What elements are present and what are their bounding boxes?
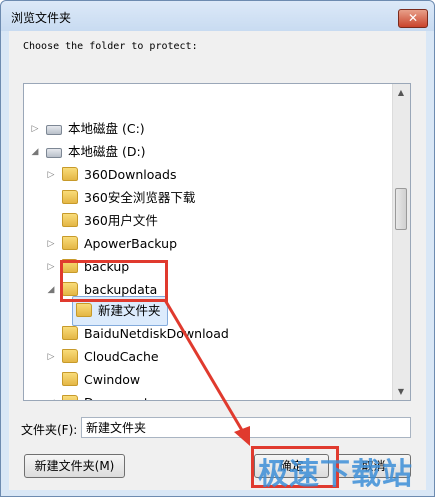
tree-item-label: ApowerBackup	[84, 236, 178, 251]
tree-item-label: BaiduNetdiskDownload	[84, 326, 229, 341]
window-title: 浏览文件夹	[11, 11, 72, 25]
collapse-arrow-icon[interactable]: ◢	[46, 392, 56, 400]
collapse-arrow-icon[interactable]: ◢	[30, 141, 40, 163]
folder-icon	[62, 190, 78, 204]
expand-arrow-icon[interactable]: ▷	[30, 118, 40, 140]
tree-item[interactable]: 360用户文件	[24, 210, 394, 232]
tree-item-label: CloudCache	[84, 349, 159, 364]
folder-icon	[62, 395, 78, 400]
close-button[interactable]: ✕	[398, 9, 428, 28]
folder-icon	[62, 349, 78, 363]
tree-item-label: 360用户文件	[84, 213, 158, 228]
browse-folder-dialog: 浏览文件夹 ✕ Choose the folder to protect: ▷ 3…	[0, 0, 435, 497]
tree-item[interactable]: ▷ 360Downloads	[24, 164, 394, 186]
folder-icon	[62, 213, 78, 227]
scroll-up-arrow-icon[interactable]: ▲	[393, 84, 409, 101]
watermark-logo: 极速下载站	[258, 457, 413, 492]
tree-item[interactable]: 360安全浏览器下载	[24, 187, 394, 209]
expand-arrow-icon[interactable]: ▷	[46, 164, 56, 186]
folder-icon	[62, 236, 78, 250]
tree-item[interactable]: ▷ 本地磁盘 (C:)	[24, 118, 394, 140]
folder-icon	[76, 303, 92, 317]
prompt-text: Choose the folder to protect:	[23, 41, 198, 52]
new-folder-button[interactable]: 新建文件夹(M)	[24, 454, 125, 478]
scroll-thumb[interactable]	[395, 188, 407, 230]
tree-item[interactable]: Cwindow	[24, 369, 394, 391]
tree-item[interactable]: ◢ Documents	[24, 392, 394, 400]
tree-item[interactable]: BaiduNetdiskDownload	[24, 323, 394, 345]
tree-item[interactable]: 新建文件夹	[24, 296, 394, 326]
scroll-down-arrow-icon[interactable]: ▼	[393, 383, 409, 400]
vertical-scrollbar[interactable]: ▲ ▼	[392, 84, 410, 400]
collapse-arrow-icon[interactable]: ◢	[46, 279, 56, 301]
tree-item[interactable]: ▷ ApowerBackup	[24, 233, 394, 255]
drive-icon	[46, 148, 62, 158]
tree-item-label: 360安全浏览器下载	[84, 190, 196, 205]
highlight-box-selected-folder	[60, 260, 168, 302]
folder-field-label: 文件夹(F):	[21, 423, 78, 437]
folder-icon	[62, 372, 78, 386]
title-bar[interactable]: 浏览文件夹 ✕	[1, 1, 434, 31]
expand-arrow-icon[interactable]: ▷	[46, 233, 56, 255]
folder-name-input[interactable]	[81, 417, 411, 438]
expand-arrow-icon[interactable]: ▷	[46, 256, 56, 278]
tree-item-label: 360Downloads	[84, 167, 177, 182]
tree-item[interactable]: ▷ CloudCache	[24, 346, 394, 368]
tree-item-label: 本地磁盘 (D:)	[68, 144, 146, 159]
drive-icon	[46, 125, 62, 135]
tree-item-label: Cwindow	[84, 372, 141, 387]
tree-item-label: Documents	[84, 392, 155, 400]
folder-tree[interactable]: ▷3delite◢DocumentsCwindow▷CloudCacheBaid…	[23, 83, 411, 401]
tree-item[interactable]: ◢ 本地磁盘 (D:)	[24, 141, 394, 163]
tree-item-label: 新建文件夹	[98, 303, 161, 318]
folder-icon	[62, 167, 78, 181]
expand-arrow-icon[interactable]: ▷	[46, 346, 56, 368]
tree-item-label: 本地磁盘 (C:)	[68, 121, 145, 136]
folder-icon	[62, 326, 78, 340]
